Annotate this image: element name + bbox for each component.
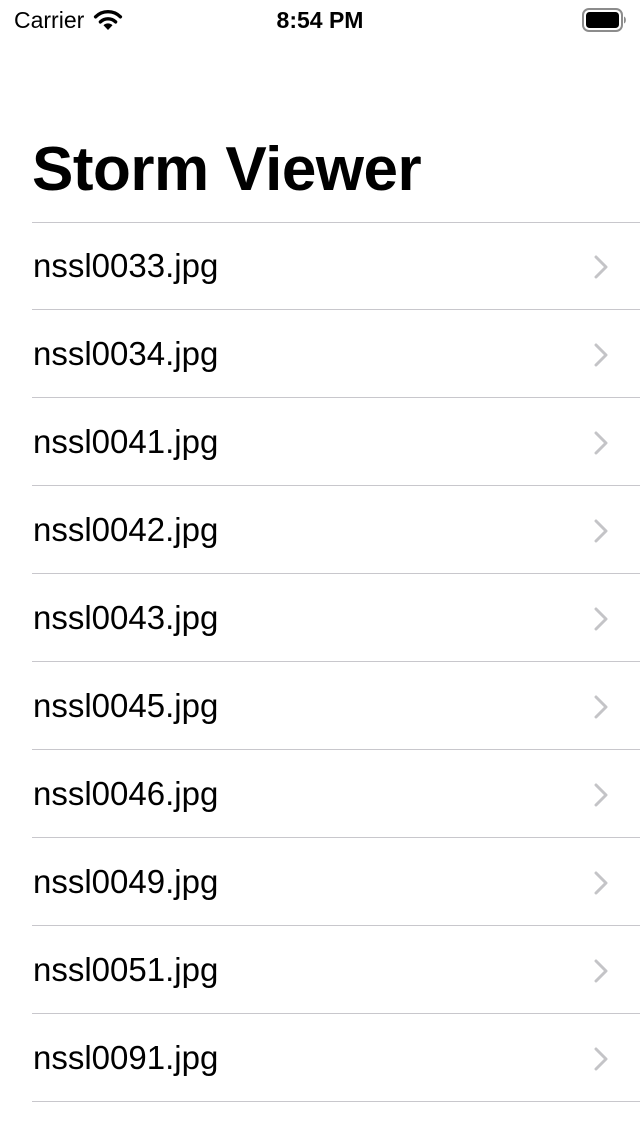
list-item-label: nssl0033.jpg	[33, 247, 219, 284]
chevron-right-icon	[594, 255, 608, 279]
chevron-right-icon	[594, 607, 608, 631]
list-item-8[interactable]: nssl0051.jpg	[0, 926, 640, 1014]
list-item-7[interactable]: nssl0049.jpg	[0, 838, 640, 926]
chevron-right-icon	[594, 695, 608, 719]
list-item-2[interactable]: nssl0041.jpg	[0, 398, 640, 486]
chevron-right-icon	[594, 343, 608, 367]
list-item-1[interactable]: nssl0034.jpg	[0, 310, 640, 398]
chevron-right-icon	[594, 959, 608, 983]
list-item-label: nssl0041.jpg	[33, 423, 219, 460]
page-title: Storm Viewer	[32, 135, 422, 204]
list-item-label: nssl0042.jpg	[33, 511, 219, 548]
chevron-right-icon	[594, 783, 608, 807]
list-item-label: nssl0034.jpg	[33, 335, 219, 372]
status-time: 8:54 PM	[276, 7, 364, 33]
list-item-4[interactable]: nssl0043.jpg	[0, 574, 640, 662]
chevron-right-icon	[594, 871, 608, 895]
list-item-label: nssl0051.jpg	[33, 951, 219, 988]
file-list: nssl0033.jpg nssl0034.jpg nssl0041.jpg n…	[0, 222, 640, 1102]
list-item-label: nssl0091.jpg	[33, 1039, 219, 1076]
list-item-label: nssl0045.jpg	[33, 687, 219, 724]
chevron-right-icon	[594, 519, 608, 543]
chevron-right-icon	[594, 431, 608, 455]
list-item-6[interactable]: nssl0046.jpg	[0, 750, 640, 838]
list-item-0[interactable]: nssl0033.jpg	[0, 222, 640, 310]
list-item-label: nssl0049.jpg	[33, 863, 219, 900]
chevron-right-icon	[594, 1047, 608, 1071]
battery-icon	[582, 8, 626, 32]
list-item-9[interactable]: nssl0091.jpg	[0, 1014, 640, 1102]
status-bar: Carrier 8:54 PM	[0, 0, 640, 40]
list-item-5[interactable]: nssl0045.jpg	[0, 662, 640, 750]
list-item-label: nssl0046.jpg	[33, 775, 219, 812]
list-item-label: nssl0043.jpg	[33, 599, 219, 636]
list-item-3[interactable]: nssl0042.jpg	[0, 486, 640, 574]
